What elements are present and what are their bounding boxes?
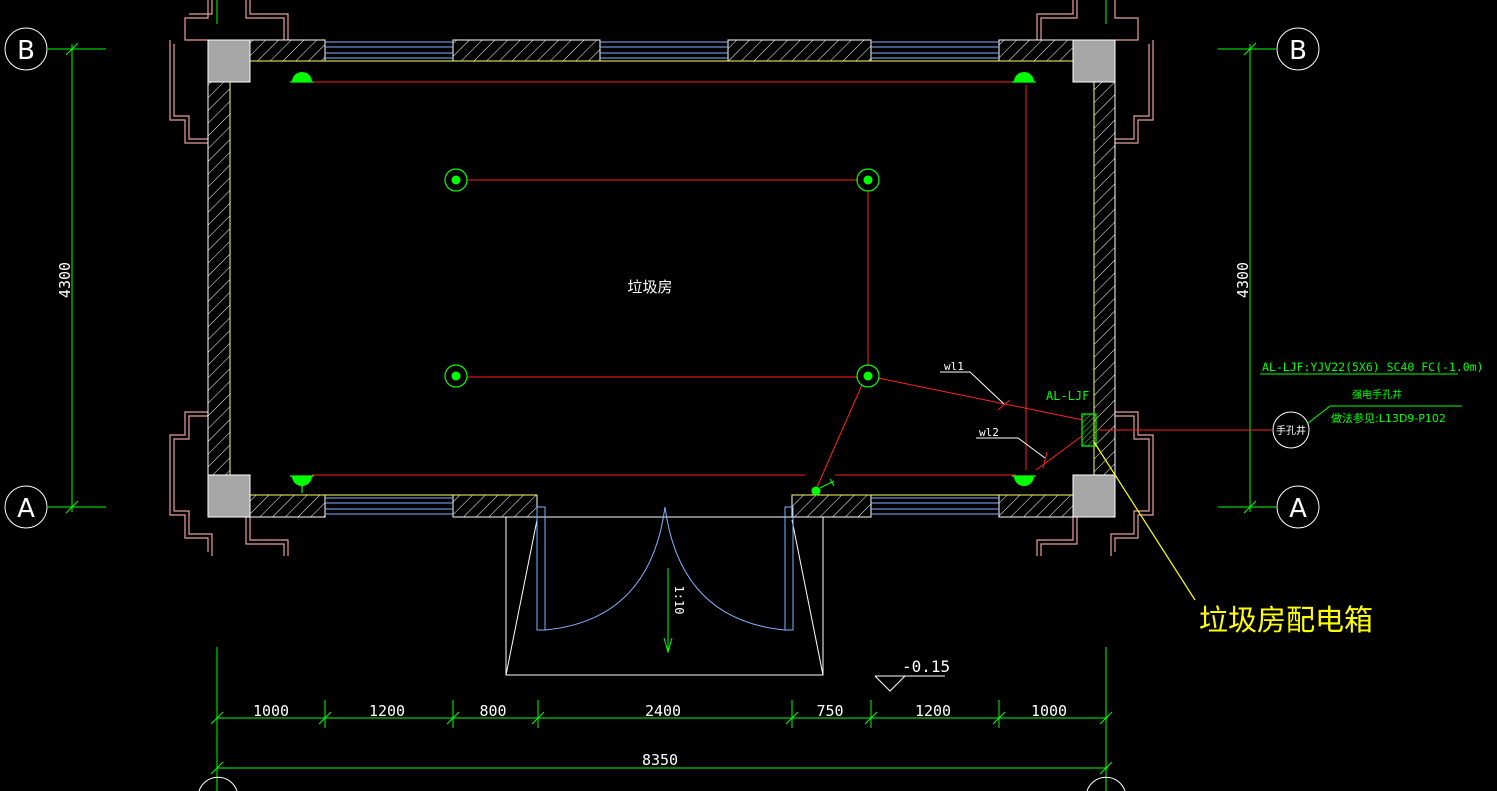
switch-icon — [811, 478, 835, 496]
distribution-box — [1081, 413, 1097, 447]
entrance-door — [505, 506, 824, 676]
ceiling-light-icon — [856, 168, 880, 192]
vertical-dimension-right: 4300 — [1234, 262, 1252, 298]
ceiling-light-icon — [444, 168, 468, 192]
dimension-label: 1000 — [253, 702, 289, 720]
axis-bubble-a-right: A — [1276, 485, 1320, 529]
dimension-label: 1200 — [369, 702, 405, 720]
svg-text:B: B — [17, 36, 35, 66]
handhole-reference: 做法参见:L13D9-P102 — [1331, 411, 1446, 425]
dimension-label: 1200 — [915, 702, 951, 720]
circuit-label-wl2: wl2 — [979, 426, 999, 439]
slope-label: 1:10 — [672, 586, 686, 615]
svg-text:B: B — [1289, 36, 1307, 66]
handhole-symbol-label: 手孔井 — [1276, 424, 1306, 437]
ceiling-light-icon — [856, 364, 880, 388]
dimension-label: 800 — [479, 702, 506, 720]
vertical-dimension-left: 4300 — [56, 262, 74, 298]
axis-bubble-b-left: B — [4, 27, 48, 71]
dimension-labels: 1000 1200 800 2400 750 1200 1000 8350 — [253, 702, 1067, 769]
svg-text:A: A — [1289, 494, 1307, 524]
slope-arrow: 1:10 — [663, 568, 686, 654]
dimension-label: 750 — [816, 702, 843, 720]
distribution-box-callout: 垃圾房配电箱 — [1093, 441, 1373, 637]
wall-outlet-icon — [290, 72, 314, 83]
ceiling-light-icon — [444, 364, 468, 388]
dimension-label: 2400 — [645, 702, 681, 720]
total-dimension-label: 8350 — [642, 751, 678, 769]
axis-bubble-a-left: A — [4, 485, 48, 529]
cable-spec-label: AL-LJF:YJV22(5X6) SC40 FC(-1.0m) — [1262, 360, 1484, 374]
callout-label: 垃圾房配电箱 — [1199, 603, 1373, 637]
floor-plan-drawing: B A B A 4300 4300 1:10 -0.15 wl1 wl2 AL-… — [4, 0, 1484, 791]
dimension-label: 1000 — [1031, 702, 1067, 720]
panel-tag: AL-LJF — [1046, 389, 1089, 403]
wall-outlet-icon — [290, 475, 314, 493]
wall-outlet-icon — [1012, 72, 1036, 83]
svg-text:A: A — [17, 494, 35, 524]
handhole-title: 强电手孔井 — [1352, 388, 1402, 401]
circuit-label-wl1: wl1 — [944, 360, 964, 373]
circuit-leaders — [940, 371, 1046, 459]
cable-spec-annotation: AL-LJF:YJV22(5X6) SC40 FC(-1.0m) 强电手孔井 做… — [1260, 360, 1484, 425]
elevation-label: -0.15 — [902, 657, 950, 676]
room-label: 垃圾房 — [627, 278, 672, 296]
axis-bubble-b-right: B — [1276, 27, 1320, 71]
elevation-mark: -0.15 — [874, 657, 950, 692]
wall-outlet-icon — [1012, 475, 1036, 486]
handhole: 手孔井 — [1272, 411, 1310, 449]
